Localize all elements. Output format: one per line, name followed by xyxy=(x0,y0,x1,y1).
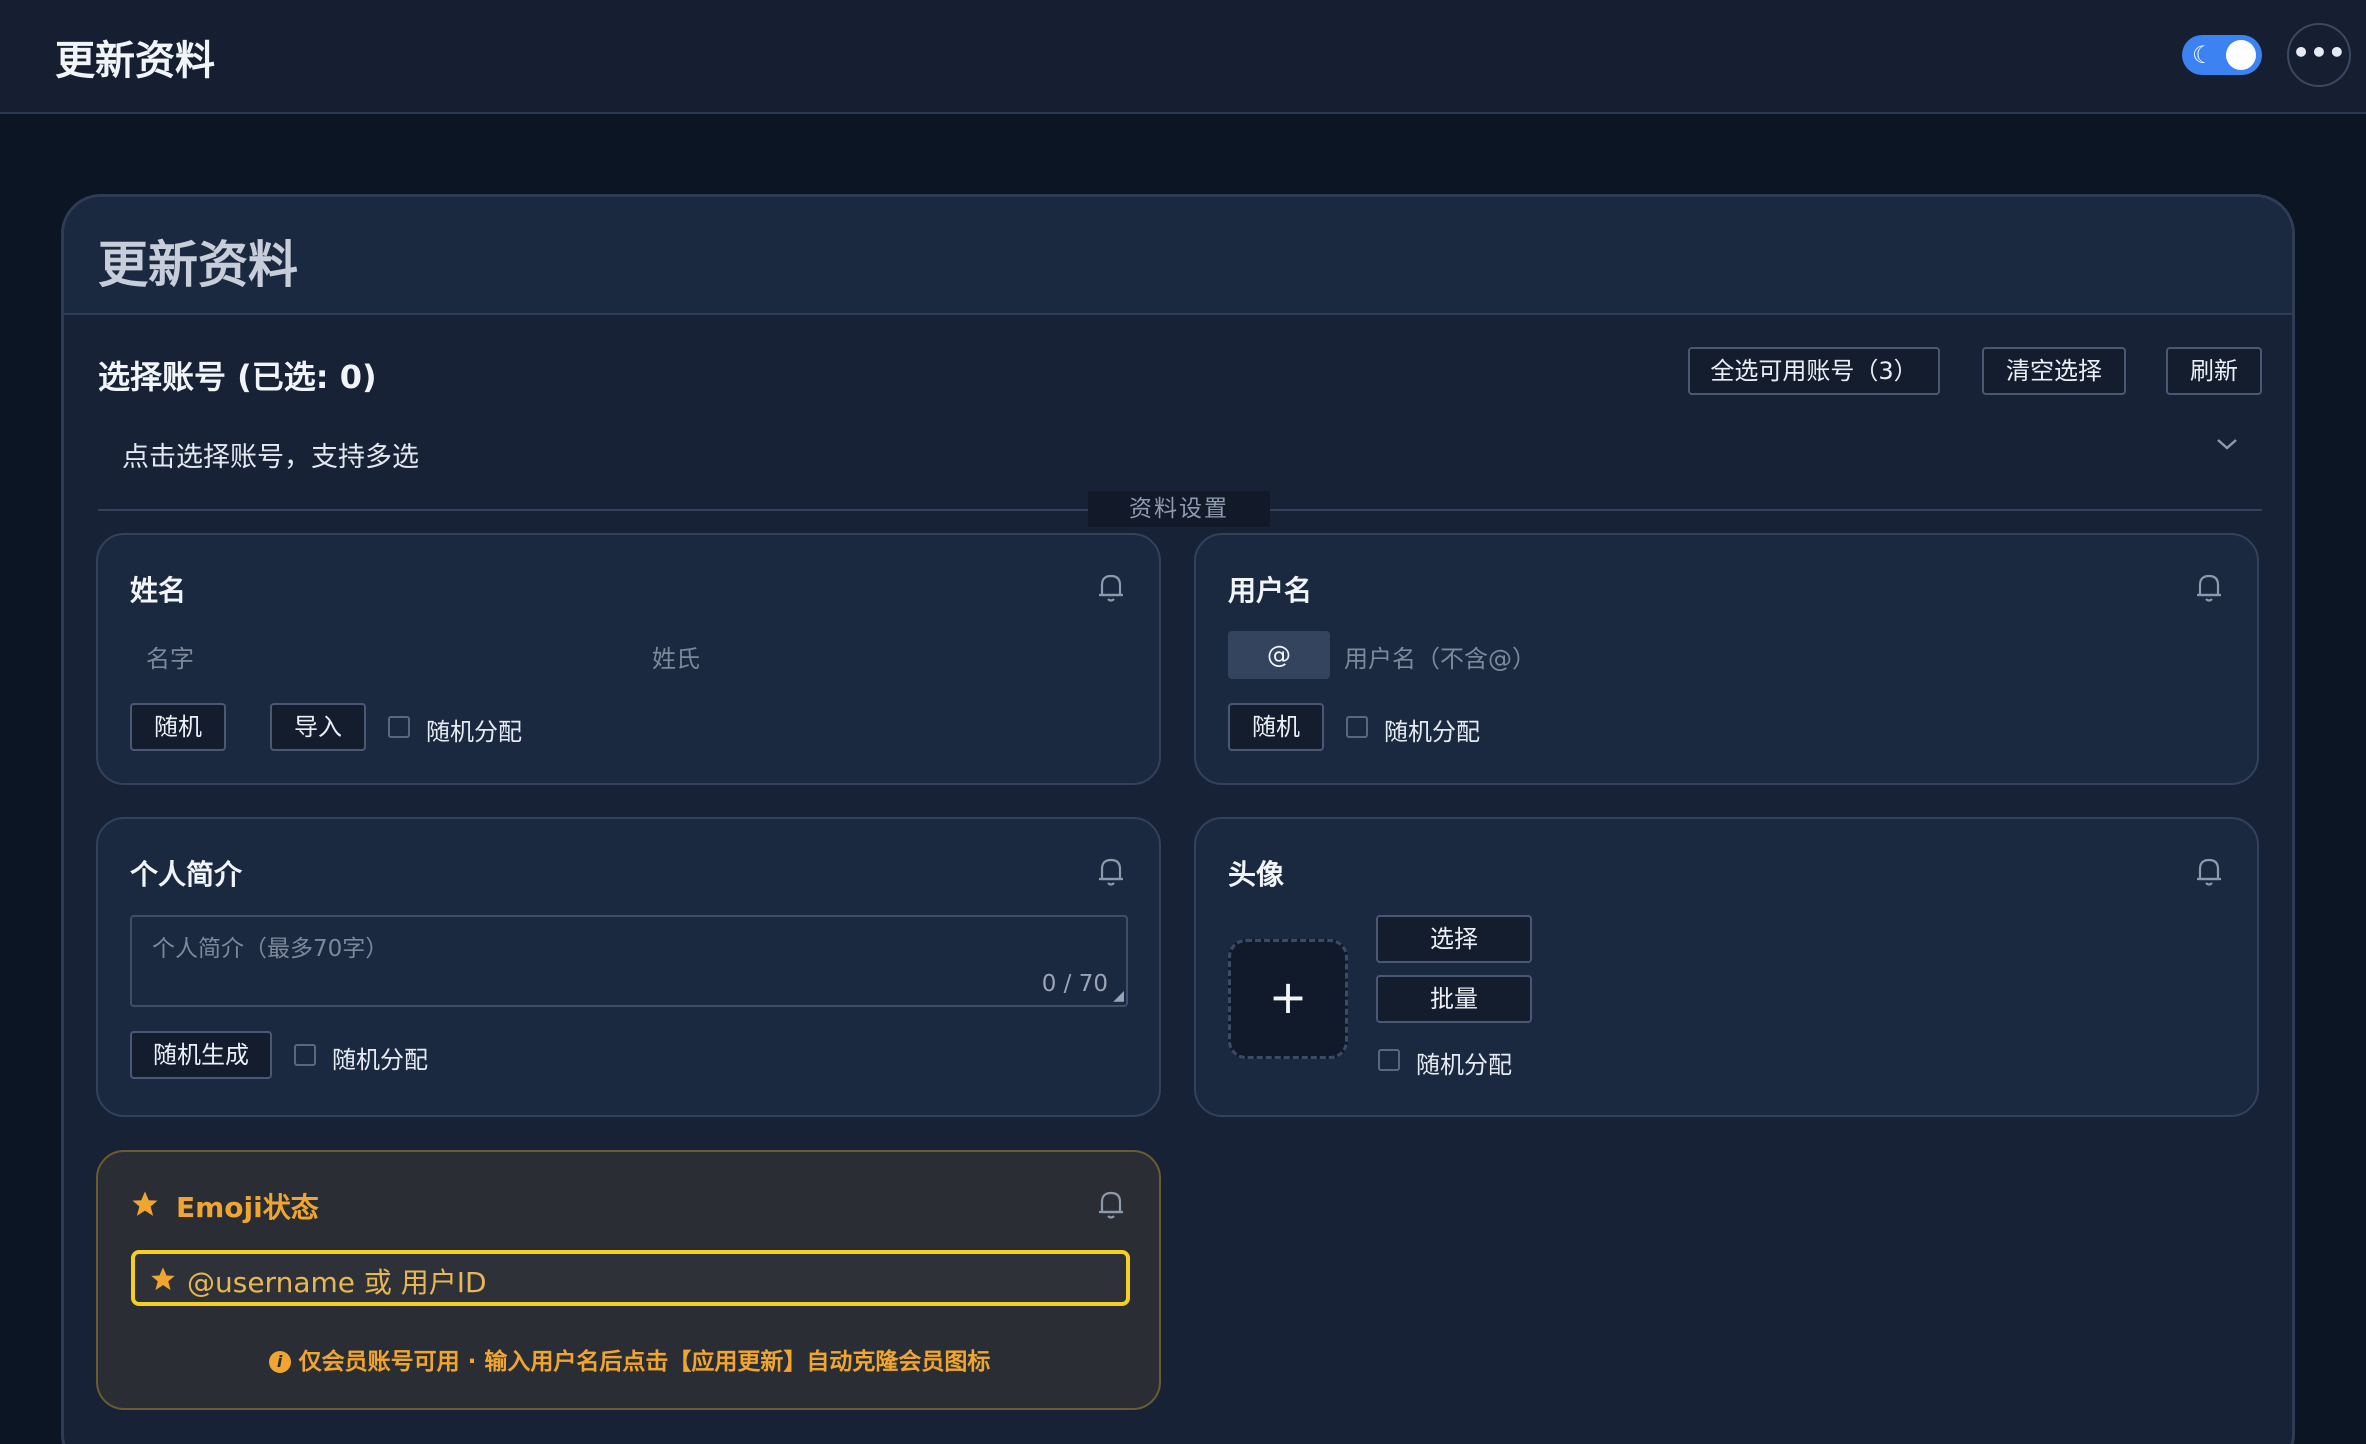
name-random-assign-label: 随机分配 xyxy=(426,718,522,746)
emoji-note-text: 仅会员账号可用 · 输入用户名后点击【应用更新】自动克隆会员图标 xyxy=(298,1349,991,1375)
at-prefix: @ xyxy=(1228,631,1330,679)
random-name-button[interactable]: 随机 xyxy=(130,703,226,751)
bell-icon[interactable] xyxy=(1096,855,1126,889)
resize-grip-icon[interactable]: ◢ xyxy=(1113,989,1124,1003)
chevron-down-icon[interactable] xyxy=(2212,429,2242,459)
name-random-assign-checkbox[interactable] xyxy=(388,716,410,738)
username-random-assign-checkbox[interactable] xyxy=(1346,716,1368,738)
moon-icon: ☾ xyxy=(2192,41,2214,69)
username-random-assign-label: 随机分配 xyxy=(1384,718,1480,746)
top-bar: 更新资料 ☾ ••• xyxy=(0,0,2366,114)
generate-bio-button[interactable]: 随机生成 xyxy=(130,1031,272,1079)
avatar-upload[interactable]: + xyxy=(1228,939,1348,1059)
app-title: 更新资料 xyxy=(55,38,215,84)
refresh-button[interactable]: 刷新 xyxy=(2166,347,2262,395)
emoji-input-placeholder: @username 或 用户ID xyxy=(187,1266,487,1299)
random-username-button[interactable]: 随机 xyxy=(1228,703,1324,751)
bio-random-assign-label: 随机分配 xyxy=(332,1046,428,1074)
card-header: 更新资料 xyxy=(64,197,2292,315)
account-select[interactable]: 点击选择账号，支持多选 xyxy=(122,435,419,474)
first-name-input[interactable]: 名字 xyxy=(146,639,194,674)
bio-placeholder: 个人简介（最多70字） xyxy=(152,936,389,962)
info-icon: i xyxy=(268,1351,291,1373)
emoji-panel-title: Emoji状态 xyxy=(176,1191,319,1224)
clear-selection-button[interactable]: 清空选择 xyxy=(1982,347,2126,395)
bell-icon[interactable] xyxy=(2194,571,2224,605)
avatar-random-assign-label: 随机分配 xyxy=(1416,1051,1512,1079)
bio-panel-title: 个人简介 xyxy=(130,858,243,891)
username-panel: 用户名 @ 用户名（不含@） 随机 随机分配 xyxy=(1194,533,2259,785)
username-input[interactable]: 用户名（不含@） xyxy=(1344,639,1536,674)
select-all-button[interactable]: 全选可用账号（3） xyxy=(1688,347,1940,395)
avatar-random-assign-checkbox[interactable] xyxy=(1378,1049,1400,1071)
emoji-note: i 仅会员账号可用 · 输入用户名后点击【应用更新】自动克隆会员图标 xyxy=(98,1342,1161,1376)
star-icon xyxy=(132,1191,158,1216)
bell-icon[interactable] xyxy=(1096,571,1126,605)
card-title: 更新资料 xyxy=(98,236,298,294)
bell-icon[interactable] xyxy=(2194,855,2224,889)
import-name-button[interactable]: 导入 xyxy=(270,703,366,751)
bell-icon[interactable] xyxy=(1096,1188,1126,1222)
last-name-input[interactable]: 姓氏 xyxy=(652,639,700,674)
emoji-username-input[interactable]: @username 或 用户ID xyxy=(131,1250,1130,1306)
username-panel-title: 用户名 xyxy=(1228,574,1313,607)
avatar-panel-title: 头像 xyxy=(1228,858,1285,891)
bio-textarea[interactable]: 个人简介（最多70字） 0 / 70 ◢ xyxy=(130,915,1128,1007)
theme-toggle[interactable]: ☾ xyxy=(2182,35,2262,75)
account-section-title: 选择账号 (已选: 0) xyxy=(98,358,377,396)
emoji-status-panel: Emoji状态 @username 或 用户ID i 仅会员账号可用 · 输入用户… xyxy=(96,1150,1161,1410)
name-panel-title: 姓名 xyxy=(130,574,187,607)
avatar-panel: 头像 + 选择 批量 随机分配 xyxy=(1194,817,2259,1117)
settings-divider-label: 资料设置 xyxy=(1088,491,1270,527)
bio-char-counter: 0 / 70 xyxy=(1041,971,1108,997)
toggle-knob xyxy=(2226,40,2256,70)
star-icon xyxy=(151,1267,175,1291)
bio-random-assign-checkbox[interactable] xyxy=(294,1044,316,1066)
batch-avatar-button[interactable]: 批量 xyxy=(1376,975,1532,1023)
bio-panel: 个人简介 个人简介（最多70字） 0 / 70 ◢ 随机生成 随机分配 xyxy=(96,817,1161,1117)
name-panel: 姓名 名字 姓氏 随机 导入 随机分配 xyxy=(96,533,1161,785)
more-options-button[interactable]: ••• xyxy=(2287,23,2351,87)
select-avatar-button[interactable]: 选择 xyxy=(1376,915,1532,963)
